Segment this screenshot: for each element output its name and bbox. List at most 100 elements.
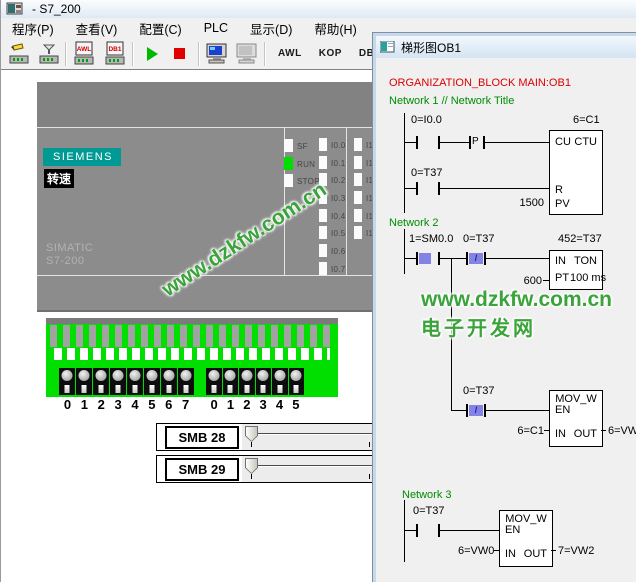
input-switch-0[interactable] [59,368,75,395]
view-awl-button[interactable]: AWL [278,48,302,59]
input-switch-1-1[interactable] [223,368,239,395]
menu-item-display[interactable]: 显示(D) [239,17,303,40]
contact-bar [416,524,418,537]
edit-program-button[interactable] [7,42,31,66]
toolbar-separator [198,42,200,66]
input-switch-5[interactable] [144,368,160,395]
input-led-i1.3 [354,191,362,204]
stop-led [284,174,293,187]
input-led-i1.5 [354,226,362,239]
slider-tick [251,442,252,447]
menu-item-view[interactable]: 查看(V) [65,17,129,40]
input-switch-1[interactable] [76,368,92,395]
input-led-i0.7 [319,262,327,275]
mov-out: OUT [524,548,547,560]
sf-led-label: SF [297,142,308,151]
menu-item-config[interactable]: 配置(C) [128,17,192,40]
input-switch-6[interactable] [161,368,177,395]
input-led-i0.5 [319,226,327,239]
digit: 7 [177,397,194,412]
mov-out-value: 6=VW0 [608,425,636,437]
input-switch-3[interactable] [110,368,126,395]
app-titlebar[interactable]: - S7_200 [1,0,636,18]
input-switch-2[interactable] [93,368,109,395]
menu-item-program[interactable]: 程序(P) [1,17,65,40]
input-switch-1-0[interactable] [206,368,222,395]
input-led-i1.1 [354,156,362,169]
load-db1-button[interactable]: DB1 [102,41,128,67]
network2-label: Network 2 [389,217,439,229]
digit: 1 [76,397,93,412]
contact-label: 0=T37 [411,167,443,179]
input-switch-1-5[interactable] [289,368,305,395]
input-switch-1-3[interactable] [256,368,272,395]
model-s7200: S7-200 [46,255,84,268]
input-switch-7[interactable] [178,368,194,395]
smb29-slider[interactable] [242,456,383,482]
input-led-i0.4 [319,209,327,222]
wire [544,430,549,431]
ton-in: IN [555,255,566,267]
stop-icon[interactable] [174,48,185,59]
view-kop-button[interactable]: KOP [319,48,342,59]
input-led-i1.2 [354,173,362,186]
ladder-window-titlebar[interactable]: 梯形图OB1 [376,36,636,58]
ctu-counter-box: CU CTU R PV [549,130,603,215]
block-header: ORGANIZATION_BLOCK MAIN:OB1 [389,77,571,89]
monitor-off-button[interactable] [234,42,260,66]
input-led-label: I0.7 [331,265,346,274]
ctu-type: CTU [574,136,597,148]
energized-nc-contact: / [469,253,483,264]
digit: 4 [271,397,287,412]
pencil-plc-icon [7,42,31,66]
watermark-diagonal: www.dzkfw.com.cn [158,178,331,302]
mov-in: IN [555,428,566,440]
input-led-label: I0.3 [331,194,346,203]
digit: 5 [288,397,304,412]
smb28-slider[interactable] [242,424,383,450]
model-simatic: SIMATIC [46,242,93,255]
input-switch-4[interactable] [127,368,143,395]
awl-clipboard-icon: AWL [71,41,97,67]
menu-item-plc[interactable]: PLC [193,19,239,37]
ladder-window-icon [380,41,395,53]
contact-bar [416,252,418,265]
load-awl-button[interactable]: AWL [71,41,97,67]
ladder-window-client: ORGANIZATION_BLOCK MAIN:OB1 Network 1 //… [376,58,636,582]
mov-w-box: MOV_W EN IN OUT [549,390,603,447]
wire [404,258,416,259]
digit: 5 [143,397,160,412]
monitor-on-button[interactable] [204,42,230,66]
input-led-label: I0.0 [331,141,346,150]
wire [601,430,606,431]
run-led [284,157,293,170]
mov-en: EN [555,404,570,416]
menu-item-help[interactable]: 帮助(H) [303,17,367,40]
ctu-r: R [555,184,563,196]
contact-bar [466,252,468,265]
counter-label: 6=C1 [573,114,601,126]
input-switch-1-2[interactable] [239,368,255,395]
svg-text:DB1: DB1 [108,46,121,53]
switch-group-2 [206,368,304,395]
wire [440,188,549,189]
smb29-slider-thumb[interactable] [245,458,258,474]
input-switch-1-4[interactable] [272,368,288,395]
pv-value: 1500 [514,197,544,209]
mov-en: EN [505,524,520,536]
wire [451,410,466,411]
toolbar-separator [65,42,67,66]
smb29-label: SMB 29 [165,458,239,481]
view-program-button[interactable] [37,42,61,66]
power-rail [404,229,405,274]
input-led-label: I0.6 [331,247,346,256]
run-led-label: RUN [297,160,315,169]
run-icon[interactable] [147,47,158,61]
toolbar-separator [264,42,266,66]
smb28-slider-thumb[interactable] [245,426,258,442]
digit: 1 [222,397,238,412]
smb28-panel: SMB 28 [156,423,384,451]
ton-type: TON [574,255,597,267]
switch-digits-2: 0 1 2 3 4 5 [206,397,304,412]
plc-simulator-panel: SIEMENS 转速 SIMATIC S7-200 SF RUN STOP I0… [37,82,378,312]
